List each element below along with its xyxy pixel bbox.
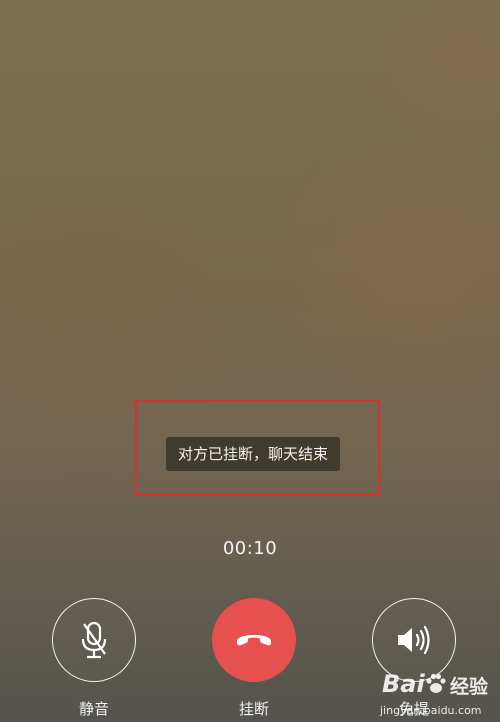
hangup-label: 挂断 <box>238 700 269 718</box>
hangup-button[interactable] <box>212 598 296 682</box>
hangup-action: 挂断 <box>206 598 302 718</box>
paw-logo-icon <box>426 673 446 693</box>
watermark-brand-du: du <box>428 670 429 671</box>
watermark-brand-bai: Bai <box>382 670 425 698</box>
call-duration: 00:10 <box>222 538 278 559</box>
watermark-brand-suffix: 经验 <box>450 676 489 698</box>
voice-call-screen: 对方已挂断，聊天结束 00:10 静音 挂断 免提 Bai 经验 jingyan… <box>0 0 500 722</box>
mute-label: 静音 <box>78 700 109 718</box>
mute-button[interactable] <box>52 598 136 682</box>
call-ended-message: 对方已挂断，聊天结束 <box>177 445 328 463</box>
watermark-url: jingyan.baidu.com <box>380 704 482 717</box>
call-ended-toast: 对方已挂断，聊天结束 <box>166 437 340 471</box>
mute-action: 静音 <box>46 598 142 718</box>
phone-hangup-icon <box>237 635 271 646</box>
baidu-jingyan-watermark: Bai du 经验 jingyan.baidu.com <box>378 668 500 722</box>
muted-microphone-icon <box>81 621 107 659</box>
speaker-icon <box>398 625 430 655</box>
